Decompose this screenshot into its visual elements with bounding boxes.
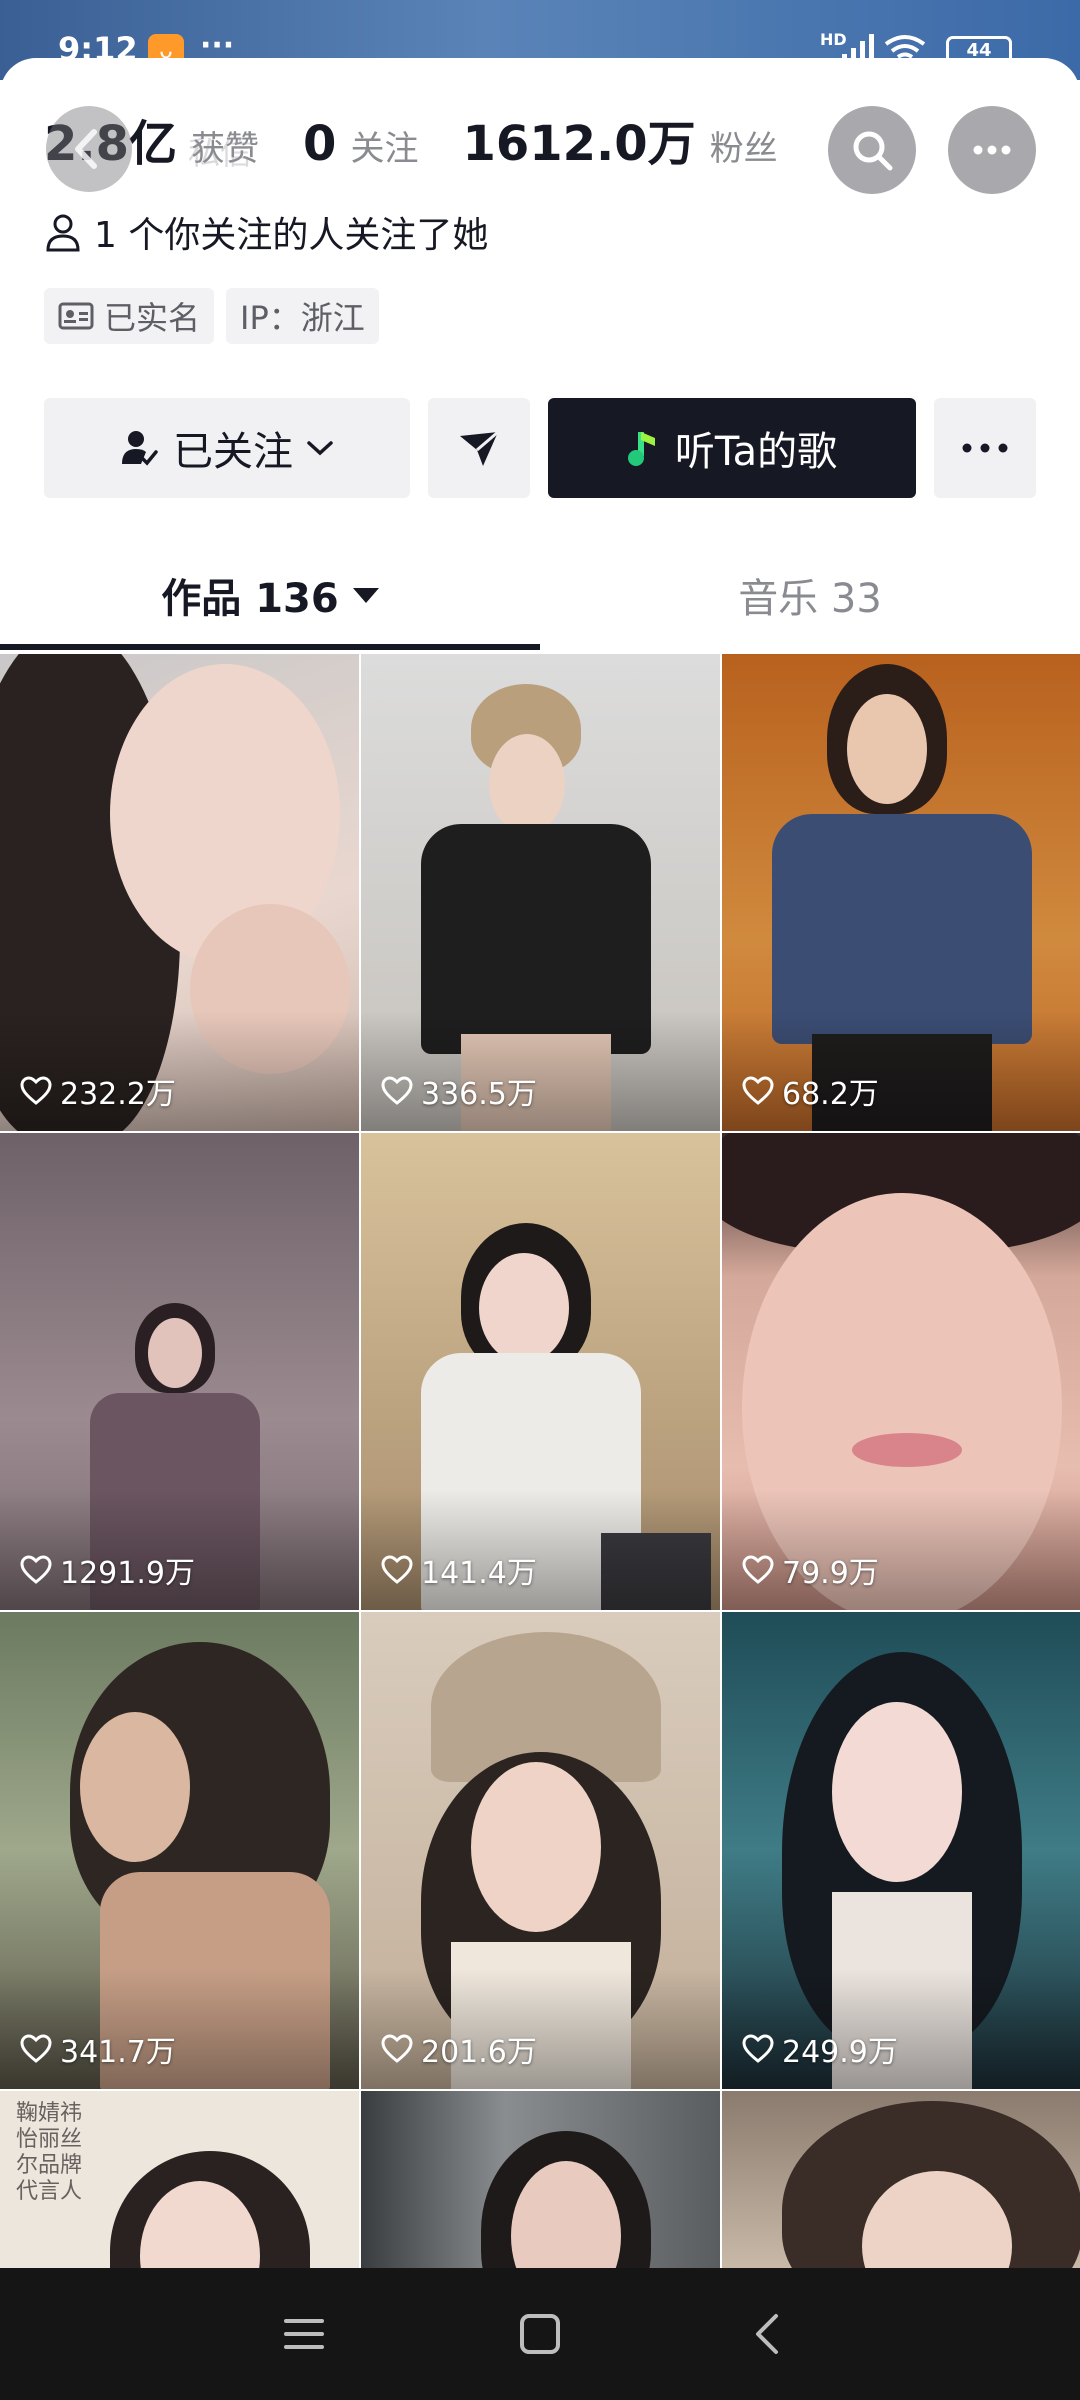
home-icon[interactable] bbox=[510, 2304, 570, 2364]
like-count-text: 68.2万 bbox=[782, 1077, 879, 1112]
tab-music-label: 音乐 33 bbox=[738, 576, 882, 622]
tab-works-label: 作品 136 bbox=[161, 576, 339, 622]
thumbnail-art bbox=[847, 694, 927, 804]
search-button[interactable] bbox=[828, 106, 916, 194]
thumbnail-art bbox=[772, 814, 1032, 1044]
following-count[interactable]: 0 bbox=[303, 116, 336, 172]
chevron-down-icon bbox=[307, 441, 333, 456]
video-thumbnail[interactable]: 141.4万 bbox=[361, 1133, 720, 1610]
video-thumbnail[interactable] bbox=[722, 2091, 1080, 2268]
video-thumbnail[interactable]: 鞠婧祎 怡丽丝尔品牌代言人 bbox=[0, 2091, 359, 2268]
music-note-icon bbox=[627, 432, 655, 466]
more-horizontal-icon bbox=[962, 443, 1008, 453]
send-message-button[interactable] bbox=[428, 398, 530, 498]
like-count-text: 249.9万 bbox=[782, 2035, 898, 2070]
id-card-icon bbox=[58, 302, 94, 330]
like-count-text: 79.9万 bbox=[782, 1556, 879, 1591]
thumbnail-art bbox=[852, 1433, 962, 1467]
thumbnail-art bbox=[148, 1318, 202, 1388]
system-navigation-bar bbox=[0, 2268, 1080, 2400]
back-button[interactable] bbox=[46, 106, 132, 192]
back-icon[interactable] bbox=[738, 2304, 798, 2364]
person-check-icon bbox=[122, 431, 158, 466]
tab-music[interactable]: 音乐 33 bbox=[540, 540, 1080, 650]
video-thumbnail[interactable]: 336.5万 bbox=[361, 654, 720, 1131]
like-count: 79.9万 bbox=[742, 1548, 879, 1592]
like-count: 232.2万 bbox=[20, 1069, 176, 1113]
search-icon bbox=[853, 131, 893, 171]
like-count: 249.9万 bbox=[742, 2027, 898, 2071]
verified-tag[interactable]: 已实名 bbox=[44, 288, 215, 344]
heart-icon bbox=[381, 2034, 413, 2063]
verified-tag-label: 已实名 bbox=[104, 299, 201, 337]
poster-text: 鞠婧祎 怡丽丝尔品牌代言人 bbox=[16, 2101, 83, 2204]
thumbnail-art bbox=[80, 1712, 190, 1862]
thumbnail-art bbox=[471, 1762, 601, 1932]
heart-icon bbox=[742, 1076, 774, 1105]
like-count: 68.2万 bbox=[742, 1069, 879, 1113]
like-count: 201.6万 bbox=[381, 2027, 537, 2071]
person-icon bbox=[46, 214, 80, 252]
more-actions-button[interactable] bbox=[934, 398, 1036, 498]
video-thumbnail[interactable]: 341.7万 bbox=[0, 1612, 359, 2089]
heart-icon bbox=[20, 1555, 52, 1584]
video-thumbnail[interactable]: 249.9万 bbox=[722, 1612, 1080, 2089]
thumbnail-art bbox=[489, 734, 565, 834]
like-count: 1291.9万 bbox=[20, 1548, 195, 1592]
thumbnail-art bbox=[832, 1702, 962, 1882]
more-horizontal-icon bbox=[973, 145, 1011, 155]
following-button-label: 已关注 bbox=[173, 429, 293, 475]
followers-label: 粉丝 bbox=[709, 129, 778, 169]
active-tab-indicator bbox=[0, 644, 540, 650]
mutual-follow-text: 1 个你关注的人关注了她 bbox=[94, 215, 489, 256]
like-count: 336.5万 bbox=[381, 1069, 537, 1113]
mutual-follow-info[interactable]: 1 个你关注的人关注了她 bbox=[44, 206, 488, 258]
following-button[interactable]: 已关注 bbox=[44, 398, 410, 498]
followers-count[interactable]: 1612.0万 bbox=[462, 104, 695, 174]
chevron-left-icon bbox=[75, 129, 97, 169]
ip-location-tag: IP：浙江 bbox=[226, 288, 379, 344]
video-thumbnail[interactable]: 79.9万 bbox=[722, 1133, 1080, 1610]
video-thumbnail[interactable]: 201.6万 bbox=[361, 1612, 720, 2089]
following-label: 关注 bbox=[350, 129, 419, 169]
like-count: 341.7万 bbox=[20, 2027, 176, 2071]
like-count: 141.4万 bbox=[381, 1548, 537, 1592]
message-button-label[interactable]: 私信 bbox=[188, 128, 252, 174]
menu-icon[interactable] bbox=[274, 2304, 334, 2364]
heart-icon bbox=[742, 1555, 774, 1584]
more-options-button[interactable] bbox=[948, 106, 1036, 194]
heart-icon bbox=[381, 1076, 413, 1105]
like-count-text: 341.7万 bbox=[60, 2035, 176, 2070]
heart-icon bbox=[20, 2034, 52, 2063]
like-count-text: 201.6万 bbox=[421, 2035, 537, 2070]
like-count-text: 336.5万 bbox=[421, 1077, 537, 1112]
heart-icon bbox=[20, 1076, 52, 1105]
like-count-text: 1291.9万 bbox=[60, 1556, 195, 1591]
like-count-text: 141.4万 bbox=[421, 1556, 537, 1591]
content-tabs: 作品 136 音乐 33 bbox=[0, 540, 1080, 650]
profile-stats: 2.8亿 获赞 0 关注 1612.0万 粉丝 bbox=[44, 104, 822, 172]
tab-works[interactable]: 作品 136 bbox=[0, 540, 540, 650]
listen-songs-label: 听Ta的歌 bbox=[674, 429, 838, 475]
caret-down-icon[interactable] bbox=[352, 587, 379, 603]
send-icon bbox=[460, 430, 499, 466]
video-thumbnail[interactable]: 1291.9万 bbox=[0, 1133, 359, 1610]
heart-icon bbox=[742, 2034, 774, 2063]
like-count-text: 232.2万 bbox=[60, 1077, 176, 1112]
video-thumbnail[interactable] bbox=[361, 2091, 720, 2268]
ip-location-label: IP：浙江 bbox=[240, 299, 365, 337]
video-thumbnail[interactable]: 68.2万 bbox=[722, 654, 1080, 1131]
heart-icon bbox=[381, 1555, 413, 1584]
video-thumbnail[interactable]: 232.2万 bbox=[0, 654, 359, 1131]
thumbnail-art bbox=[479, 1253, 569, 1363]
listen-songs-button[interactable]: 听Ta的歌 bbox=[548, 398, 916, 498]
